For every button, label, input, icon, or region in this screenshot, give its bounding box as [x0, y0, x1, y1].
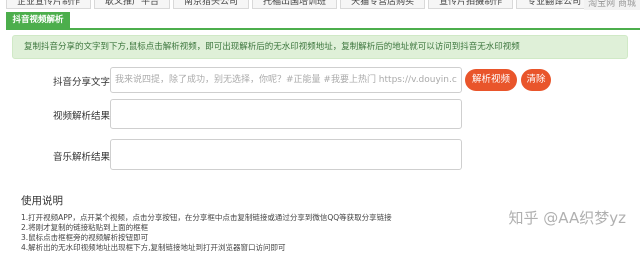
- notice-banner: 复制抖音分享的文字到下方,鼠标点击解析视频，即可出现解析后的无水印视频地址，复制…: [12, 35, 628, 59]
- top-tab[interactable]: 企业宣传片制作: [6, 0, 92, 9]
- share-text-label: 抖音分享文字:: [53, 77, 114, 88]
- video-result-field[interactable]: [110, 99, 462, 129]
- video-result-label: 视频解析结果:: [53, 111, 114, 122]
- top-tab-strip: 企业宣传片制作 耿义推广平台 南京猎头公司 托福出国培训班 天猫专营店购买 宣传…: [0, 0, 640, 9]
- top-watermark: 淘宝网 商城: [584, 0, 640, 10]
- music-result-label: 音乐解析结果:: [53, 152, 114, 163]
- music-result-field[interactable]: [110, 139, 462, 170]
- parse-video-button[interactable]: 解析视频: [465, 69, 517, 91]
- clear-button[interactable]: 清除: [521, 69, 551, 91]
- zhihu-watermark: 知乎 @AA织梦yz: [508, 209, 626, 227]
- top-tab[interactable]: 专业翻译公司: [516, 0, 593, 9]
- instruction-item: 4.解析出的无水印视频地址出现框下方,复制链接地址到打开浏览器窗口访问即可: [21, 243, 286, 252]
- top-tab[interactable]: 宣传片拍摄制作: [428, 0, 514, 9]
- instructions-title: 使用说明: [21, 195, 63, 207]
- top-tab[interactable]: 耿义推广平台: [94, 0, 171, 9]
- top-tab[interactable]: 托福出国培训班: [252, 0, 338, 9]
- tab-douyin-parse[interactable]: 抖音视频解析: [6, 12, 70, 28]
- subtab-bar: 抖音视频解析: [6, 10, 640, 30]
- top-tab[interactable]: 南京猎头公司: [173, 0, 250, 9]
- share-text-input[interactable]: [110, 67, 462, 93]
- top-tab[interactable]: 天猫专营店购买: [340, 0, 426, 9]
